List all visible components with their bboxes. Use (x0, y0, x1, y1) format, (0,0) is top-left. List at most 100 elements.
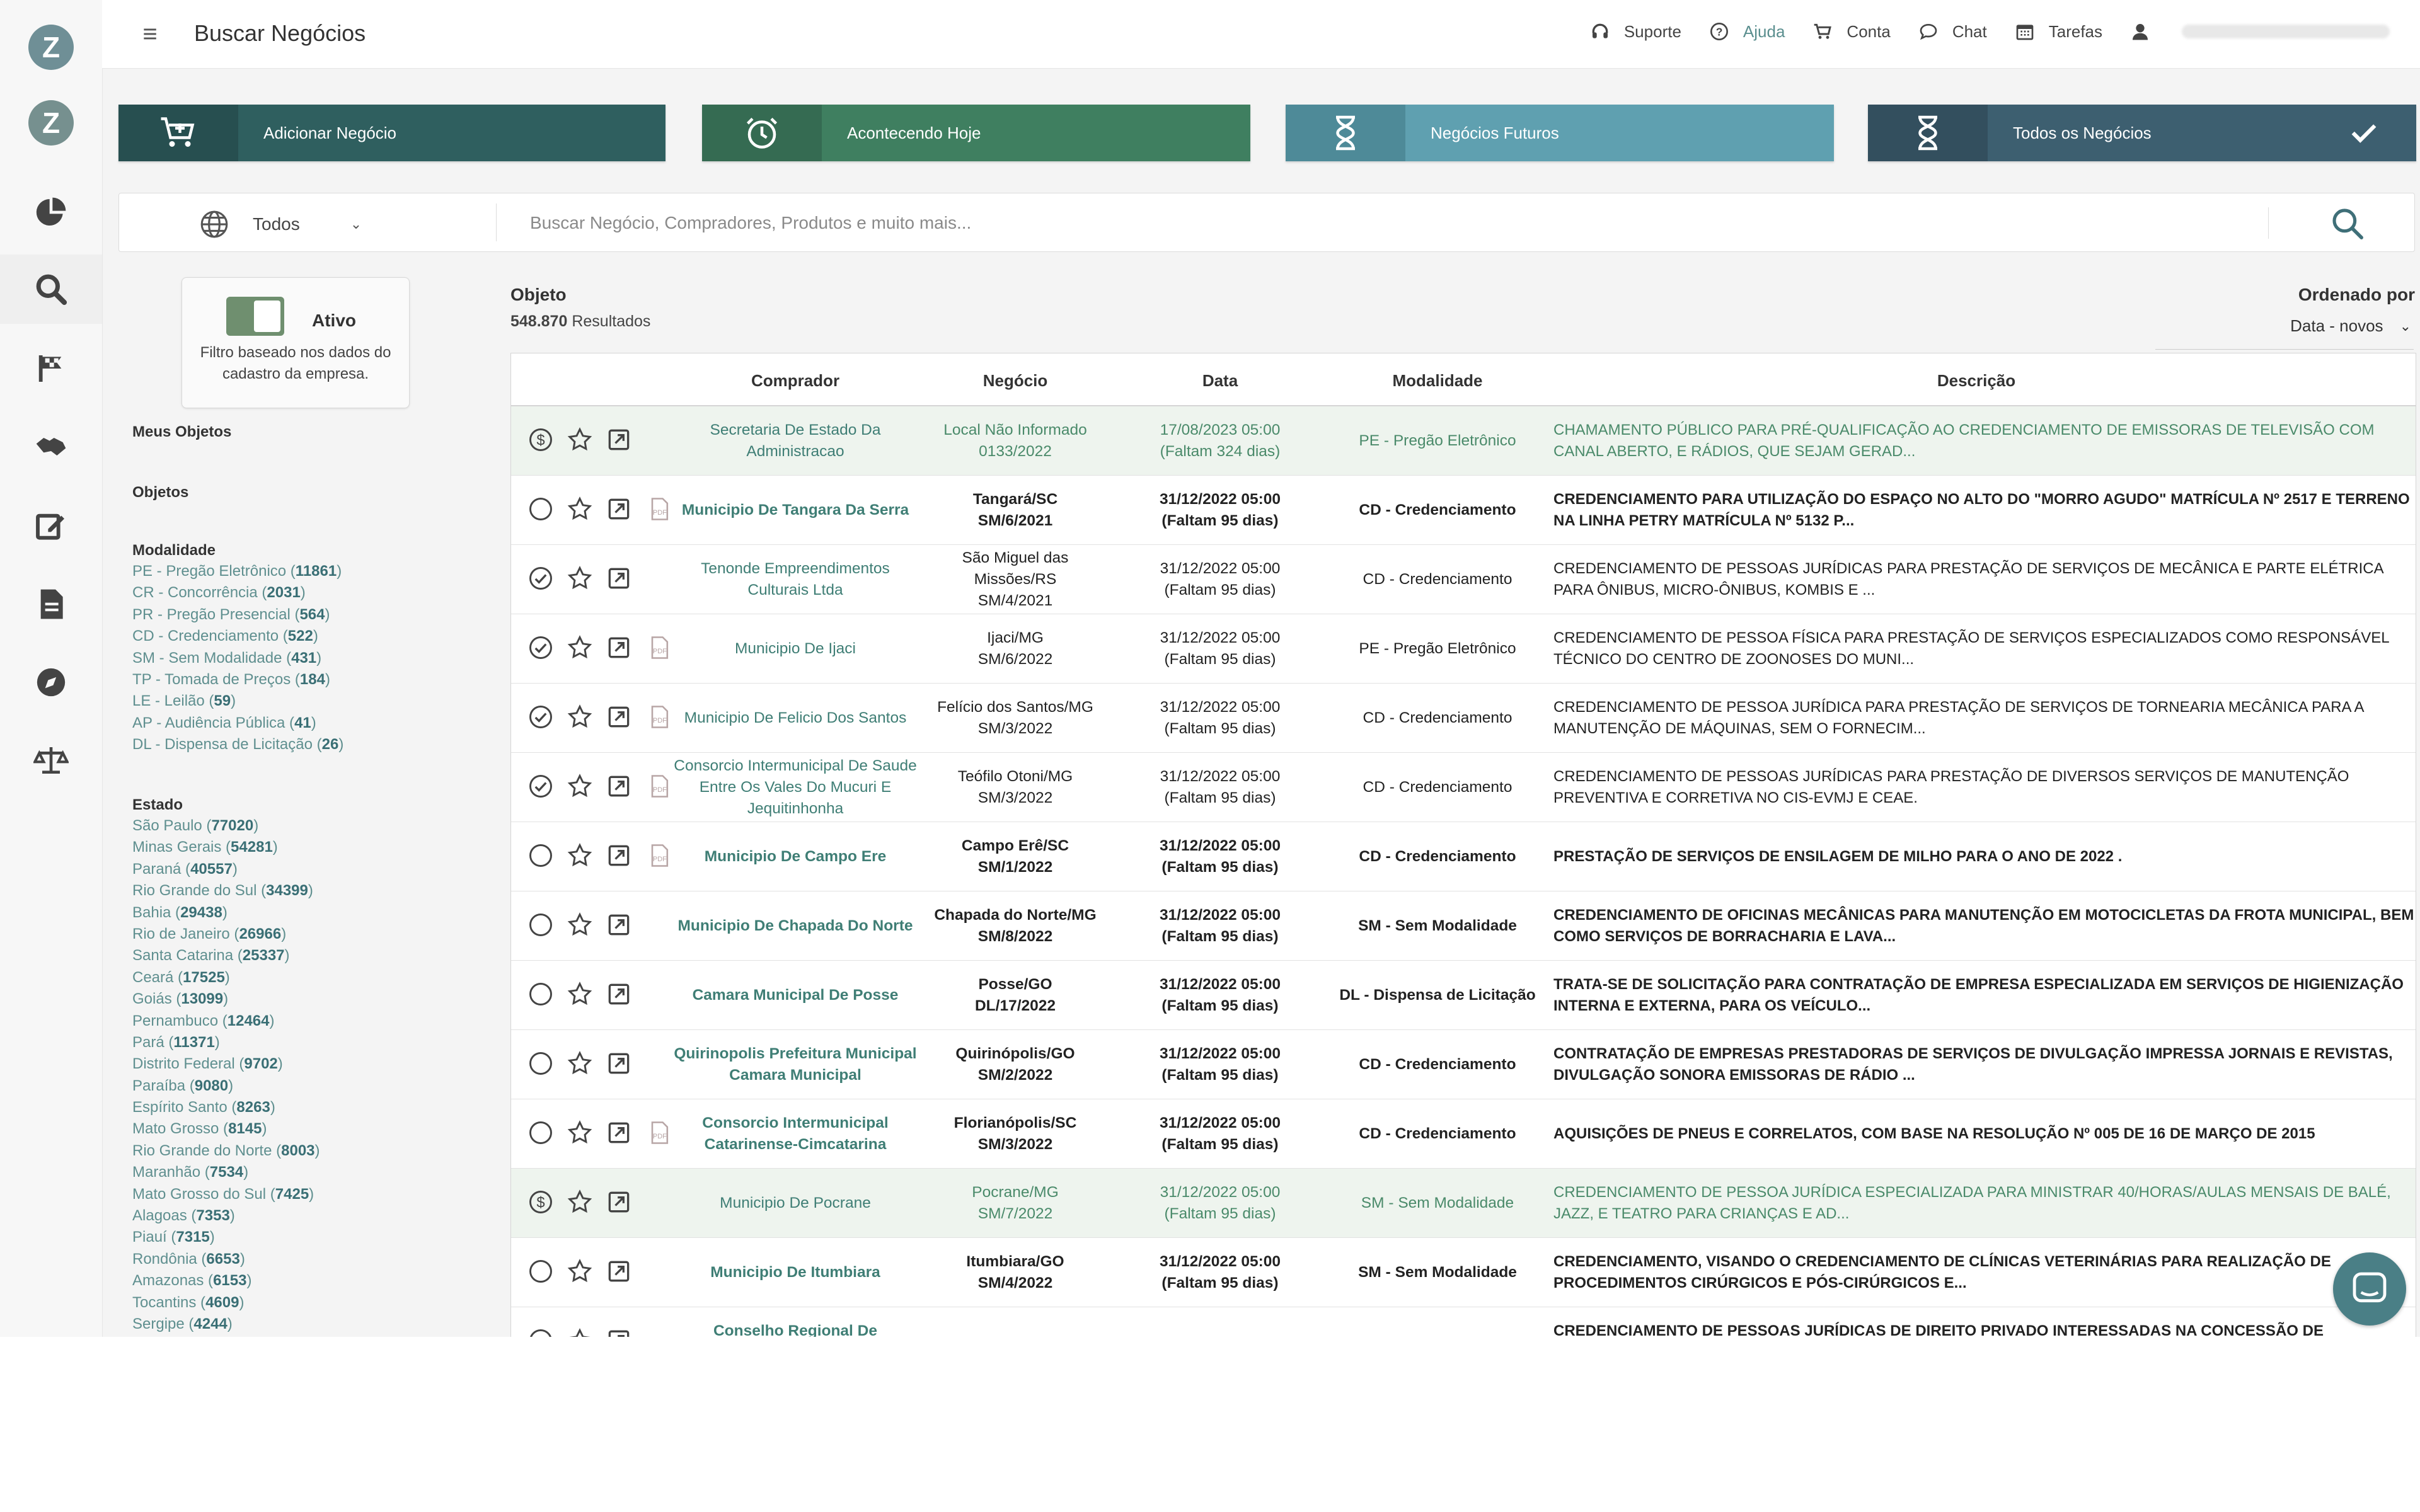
open-external-icon[interactable] (603, 978, 635, 1010)
filter-item[interactable]: Minas Gerais (54281) (132, 837, 320, 858)
star-icon[interactable] (564, 632, 596, 663)
description-cell[interactable]: TRATA-SE DE SOLICITAÇÃO PARA CONTRATAÇÃO… (1538, 961, 2414, 1029)
status-empty-icon[interactable] (525, 840, 556, 871)
filter-item[interactable]: Rio Grande do Norte (8003) (132, 1140, 320, 1162)
table-row[interactable]: Municipio De Itumbiara Itumbiara/GO SM/4/… (511, 1238, 2416, 1307)
description-cell[interactable]: CONTRATAÇÃO DE EMPRESAS PRESTADORAS DE S… (1538, 1030, 2414, 1099)
filter-item[interactable]: São Paulo (77020) (132, 815, 320, 837)
buyer-link[interactable]: Camara Municipal De Posse (672, 961, 918, 1029)
filter-item[interactable]: Pernambuco (12464) (132, 1011, 320, 1032)
description-cell[interactable]: CREDENCIAMENTO DE OFICINAS MECÂNICAS PAR… (1538, 891, 2414, 960)
star-icon[interactable] (564, 424, 596, 455)
table-row[interactable]: PDF Municipio De Felicio Dos Santos Felíci… (511, 684, 2416, 753)
col-descricao[interactable]: Descrição (1538, 371, 2414, 391)
open-external-icon[interactable] (603, 909, 635, 941)
filter-item[interactable]: Pará (11371) (132, 1032, 320, 1053)
open-external-icon[interactable] (603, 770, 635, 802)
open-external-icon[interactable] (603, 1256, 635, 1287)
table-row[interactable]: PDF Municipio De Campo Ere Campo Erê/SC SM… (511, 822, 2416, 891)
star-icon[interactable] (564, 978, 596, 1010)
edit-icon[interactable] (0, 491, 102, 561)
status-empty-icon[interactable] (525, 1048, 556, 1079)
filter-item[interactable]: Sergipe (4244) (132, 1314, 320, 1335)
open-external-icon[interactable] (603, 1325, 635, 1337)
scales-icon[interactable] (0, 726, 102, 795)
status-empty-icon[interactable] (525, 909, 556, 941)
filter-item[interactable]: Mato Grosso do Sul (7425) (132, 1184, 320, 1205)
col-negocio[interactable]: Negócio (921, 371, 1110, 391)
filter-item[interactable]: Piauí (7315) (132, 1227, 320, 1248)
filter-item[interactable]: PE - Pregão Eletrônico (11861) (132, 561, 343, 582)
pdf-document-icon[interactable]: PDF (643, 840, 675, 871)
status-check-icon[interactable] (525, 632, 556, 663)
search-icon[interactable] (2330, 206, 2365, 241)
star-icon[interactable] (564, 493, 596, 525)
buyer-link[interactable]: Municipio De Felicio Dos Santos (672, 684, 918, 752)
filter-item[interactable]: Mato Grosso (8145) (132, 1118, 320, 1140)
pdf-document-icon[interactable]: PDF (643, 1117, 675, 1148)
filter-item[interactable]: LE - Leilão (59) (132, 690, 343, 712)
description-cell[interactable]: CREDENCIAMENTO DE PESSOA JURÍDICA PARA P… (1538, 684, 2414, 752)
table-row[interactable]: PDF Municipio De Tangara Da Serra Tangará/… (511, 476, 2416, 545)
document-icon[interactable] (0, 570, 102, 639)
description-cell[interactable]: AQUISIÇÕES DE PNEUS E CORRELATOS, COM BA… (1538, 1099, 2414, 1168)
pie-chart-icon[interactable] (0, 178, 102, 247)
description-cell[interactable]: PRESTAÇÃO DE SERVIÇOS DE ENSILAGEM DE MI… (1538, 822, 2414, 891)
filter-item[interactable]: Bahia (29438) (132, 902, 320, 924)
filter-item[interactable]: CD - Credenciamento (522) (132, 626, 343, 647)
status-empty-icon[interactable] (525, 1325, 556, 1337)
pdf-document-icon[interactable]: PDF (643, 493, 675, 525)
filter-item[interactable]: Maranhão (7534) (132, 1162, 320, 1183)
open-external-icon[interactable] (603, 632, 635, 663)
filter-item[interactable]: Rio Grande do Sul (34399) (132, 880, 320, 902)
star-icon[interactable] (564, 1048, 596, 1079)
star-icon[interactable] (564, 840, 596, 871)
buyer-link[interactable]: Consorcio Intermunicipal Catarinense-Cim… (672, 1099, 918, 1168)
filter-item[interactable]: Espírito Santo (8263) (132, 1097, 320, 1118)
status-dollar-icon[interactable]: $ (525, 1186, 556, 1218)
table-row[interactable]: Camara Municipal De Posse Posse/GO DL/17/… (511, 961, 2416, 1030)
tile-adicionar-negocio[interactable]: Adicionar Negócio (118, 105, 666, 161)
filter-item[interactable]: DL - Dispensa de Licitação (26) (132, 734, 343, 755)
table-row[interactable]: PDF Consorcio Intermunicipal De Saude Ent… (511, 753, 2416, 822)
star-icon[interactable] (564, 909, 596, 941)
table-row[interactable]: PDF Municipio De Ijaci Ijaci/MG SM/6/2022 3… (511, 614, 2416, 684)
status-empty-icon[interactable] (525, 493, 556, 525)
compass-icon[interactable] (0, 648, 102, 717)
star-icon[interactable] (564, 1325, 596, 1337)
buyer-link[interactable]: Consorcio Intermunicipal De Saude Entre … (672, 753, 918, 822)
filter-item[interactable]: TP - Tomada de Preços (184) (132, 669, 343, 690)
filter-item[interactable]: AP - Audiência Pública (41) (132, 713, 343, 734)
handshake-icon[interactable] (0, 412, 102, 481)
description-cell[interactable]: CREDENCIAMENTO DE PESSOA FÍSICA PARA PRE… (1538, 614, 2414, 683)
filter-objetos[interactable]: Objetos (132, 484, 188, 501)
description-cell[interactable]: CREDENCIAMENTO, VISANDO O CREDENCIAMENTO… (1538, 1238, 2414, 1307)
status-check-icon[interactable] (525, 563, 556, 594)
star-icon[interactable] (564, 1256, 596, 1287)
buyer-link[interactable]: Municipio De Tangara Da Serra (672, 476, 918, 544)
description-cell[interactable]: CREDENCIAMENTO DE PESSOAS JURÍDICAS PARA… (1538, 545, 2414, 614)
description-cell[interactable]: CREDENCIAMENTO DE PESSOA JURÍDICA ESPECI… (1538, 1169, 2414, 1237)
tile-todos-os-negocios[interactable]: Todos os Negócios (1868, 105, 2416, 161)
tile-acontecendo-hoje[interactable]: Acontecendo Hoje (702, 105, 1250, 161)
open-external-icon[interactable] (603, 424, 635, 455)
col-comprador[interactable]: Comprador (672, 371, 918, 391)
open-external-icon[interactable] (603, 563, 635, 594)
table-row[interactable]: PDF Consorcio Intermunicipal Catarinense-… (511, 1099, 2416, 1169)
user-menu[interactable] (2130, 21, 2390, 42)
filter-item[interactable]: Rondônia (6653) (132, 1249, 320, 1270)
filter-item[interactable]: Amazonas (6153) (132, 1270, 320, 1292)
nav-suporte[interactable]: Suporte (1590, 21, 1681, 42)
description-cell[interactable]: CREDENCIAMENTO DE PESSOAS JURÍDICAS DE D… (1538, 1307, 2414, 1337)
status-empty-icon[interactable] (525, 1117, 556, 1148)
filter-item[interactable]: Paraíba (9080) (132, 1075, 320, 1097)
status-check-icon[interactable] (525, 701, 556, 733)
star-icon[interactable] (564, 563, 596, 594)
buyer-link[interactable]: Municipio De Itumbiara (672, 1238, 918, 1307)
logo-icon[interactable]: Z (0, 88, 102, 158)
filter-item[interactable]: Rio de Janeiro (26966) (132, 924, 320, 945)
filter-item[interactable]: Paraná (40557) (132, 859, 320, 880)
filter-item[interactable]: Goiás (13099) (132, 988, 320, 1010)
status-empty-icon[interactable] (525, 978, 556, 1010)
pdf-document-icon[interactable]: PDF (643, 770, 675, 802)
